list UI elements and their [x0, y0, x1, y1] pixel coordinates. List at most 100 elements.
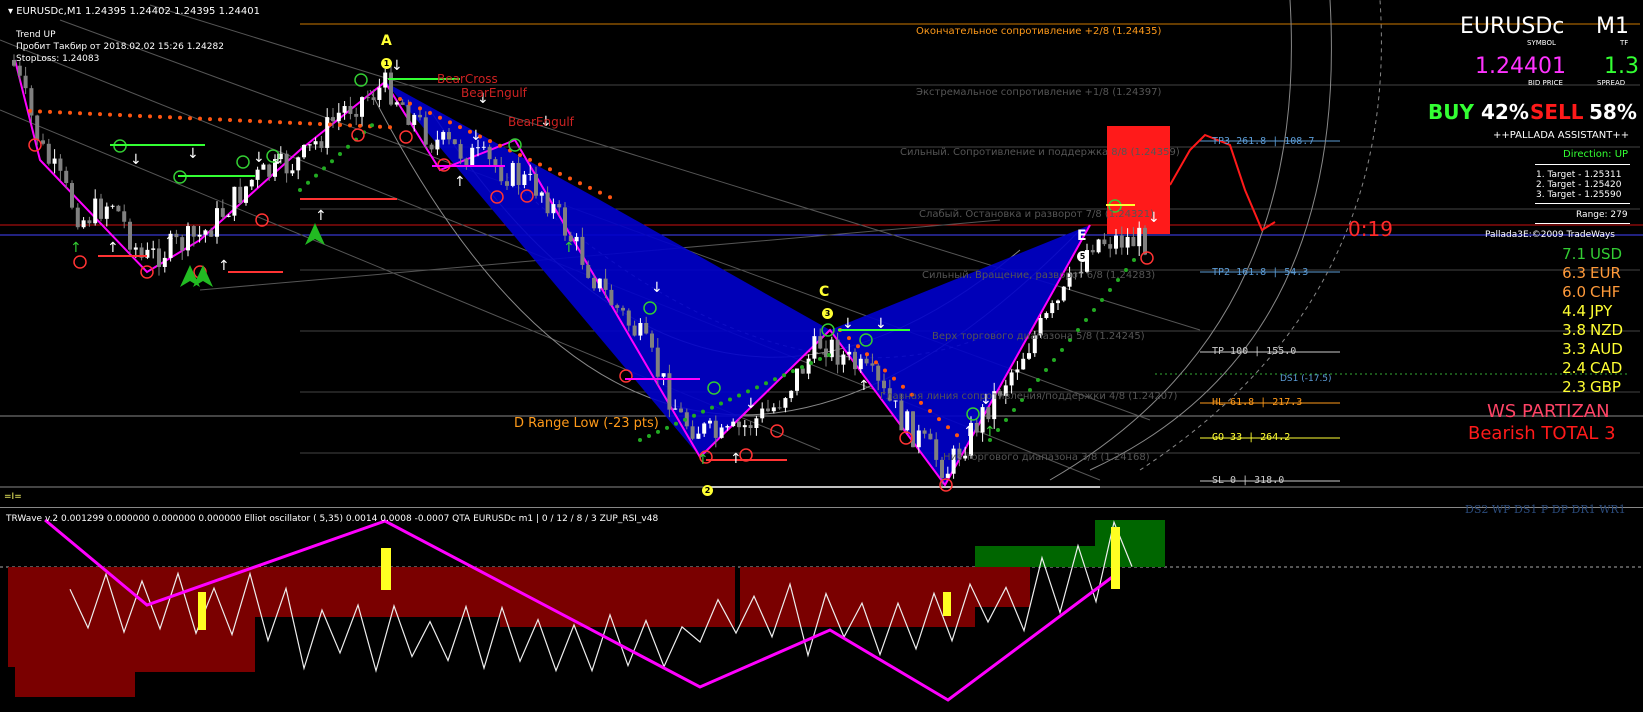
chart-window[interactable]: ↓ ↓ ↓ ↓ ↓ ↓ ↓ ↓ ↓ ↓ ↓ ↓ ↓ ↓ ↑ ↑ ↑ ↑ ↑ ↑ ↑ ↑ ↑ ↑ ↑ ↑ ▾ EURUSDc,M1 …: [0, 0, 1643, 712]
osc-bar-negative: [860, 567, 975, 627]
candle-body: [481, 146, 486, 148]
subwindow-separator[interactable]: [0, 507, 1643, 508]
wave-number-1: 1: [381, 58, 392, 69]
candle-body: [563, 207, 567, 236]
candle-body: [621, 307, 625, 311]
panel-symbol-caption: SYMBOL: [1527, 39, 1556, 47]
sar-dot: [68, 110, 72, 115]
osc-bar-negative: [15, 567, 135, 697]
sar-dot: [418, 106, 422, 111]
candle-body: [1108, 244, 1113, 249]
sar-dot: [874, 360, 878, 365]
candle-body: [331, 117, 335, 122]
pattern-point-a: A: [381, 33, 392, 49]
candle-body: [650, 333, 654, 348]
sar-dot: [268, 119, 272, 124]
candle-body: [974, 422, 979, 433]
osc-signal-bar: [1111, 527, 1120, 589]
sar-dot: [558, 171, 562, 176]
panel-symbol: EURUSDc: [1460, 14, 1565, 39]
buy-label: BUY: [1428, 100, 1474, 124]
candle-body: [58, 158, 63, 171]
breakout-label: Пробит Такбир от 2018.02.02 15:26 1.2428…: [16, 42, 224, 52]
sell-label: SELL: [1530, 100, 1584, 124]
sar-dot: [338, 122, 342, 127]
candle-body: [847, 351, 852, 355]
sar-dot: [358, 123, 362, 128]
pattern-point-e: E: [1077, 228, 1087, 244]
sar-dot: [346, 144, 350, 149]
murrey-level-label: Слабый. Остановка и разворот 7/8 (1.2432…: [919, 209, 1155, 220]
murrey-level-label: Экстремальное сопротивление +1/8 (1.2439…: [916, 87, 1162, 98]
candle-body: [911, 411, 915, 448]
sar-dot: [58, 110, 62, 115]
copyright-label: Pallada3E:©2009 TradeWays: [1485, 230, 1615, 240]
candle-body: [389, 72, 393, 105]
target-label: TP 100 | 155.0: [1212, 346, 1297, 357]
currency-name: CHF: [1590, 283, 1621, 301]
currency-name: JPY: [1590, 302, 1613, 320]
panel-timeframe: M1: [1596, 14, 1629, 39]
left-edge-marker[interactable]: =I=: [4, 493, 22, 502]
panel-bid-price: 1.24401: [1475, 54, 1566, 79]
candle-body: [1027, 353, 1031, 359]
down-arrow-icon: ↓: [470, 128, 482, 144]
candle-body: [203, 230, 208, 235]
panel-spread-caption: SPREAD: [1597, 79, 1626, 87]
sar-dot: [138, 113, 142, 118]
sar-dot: [288, 120, 292, 125]
candle-body: [93, 198, 98, 224]
candle-body: [476, 147, 480, 149]
candle-body: [162, 257, 167, 267]
candle-body: [64, 170, 69, 184]
osc-bar-negative: [255, 567, 500, 617]
candle-body: [435, 139, 440, 150]
up-arrow-icon: ↑: [164, 234, 176, 250]
pattern-point-c: C: [819, 284, 830, 300]
sar-dot: [683, 417, 687, 422]
candle-body: [342, 106, 347, 113]
candle-body: [470, 147, 475, 166]
candle-body: [539, 192, 544, 196]
sar-dot: [1004, 418, 1008, 422]
candle-body: [702, 423, 707, 434]
sar-dot: [946, 425, 950, 430]
candle-body: [800, 368, 805, 374]
sar-dot: [330, 159, 334, 164]
sell-percent: 58%: [1589, 100, 1637, 124]
sar-dot: [322, 166, 326, 171]
target-3: 3. Target - 1.25590: [1536, 190, 1622, 200]
up-arrow-icon: ↑: [730, 451, 742, 467]
candle-body: [464, 158, 469, 166]
bearcross-signal: BearCross: [437, 72, 498, 86]
candle-body: [1102, 239, 1107, 245]
collapse-arrow-icon[interactable]: ▾: [8, 6, 16, 17]
sar-dot: [1132, 258, 1136, 262]
candle-body: [290, 170, 295, 174]
candle-body: [1021, 358, 1026, 370]
main-price-chart[interactable]: ↓ ↓ ↓ ↓↓↓↓↓ ↓↓↓↓↓↓↑ ↑↑↑↑↑↑↑↑ ↑↑↑: [0, 0, 1643, 712]
candle-body: [226, 215, 231, 217]
candle-body: [858, 358, 863, 370]
sar-dot: [719, 401, 723, 406]
down-arrow-icon: ↓: [187, 146, 199, 162]
sar-dot: [809, 361, 813, 366]
candle-body: [835, 339, 840, 365]
sar-dot: [791, 369, 795, 374]
sar-dot: [901, 384, 905, 389]
candle-body: [777, 407, 782, 409]
panel-separator: [1535, 164, 1630, 165]
down-arrow-icon: ↓: [391, 58, 403, 74]
down-arrow-icon: ↓: [842, 316, 854, 332]
currency-strength-value: 3.8: [1562, 321, 1586, 339]
sar-dot: [568, 176, 572, 181]
signal-circle-marker: [354, 73, 368, 87]
murrey-level-label: Низ торгового диапазона 3/8 (1.24168): [943, 452, 1150, 463]
candle-body: [853, 351, 857, 370]
range-label: Range: 279: [1576, 210, 1628, 220]
down-arrow-icon: ↓: [253, 150, 265, 166]
candle-body: [354, 113, 359, 117]
up-arrow-icon: ↑: [563, 240, 575, 256]
wave-number-3: 3: [822, 308, 833, 319]
target-1: 1. Target - 1.25311: [1536, 170, 1622, 180]
